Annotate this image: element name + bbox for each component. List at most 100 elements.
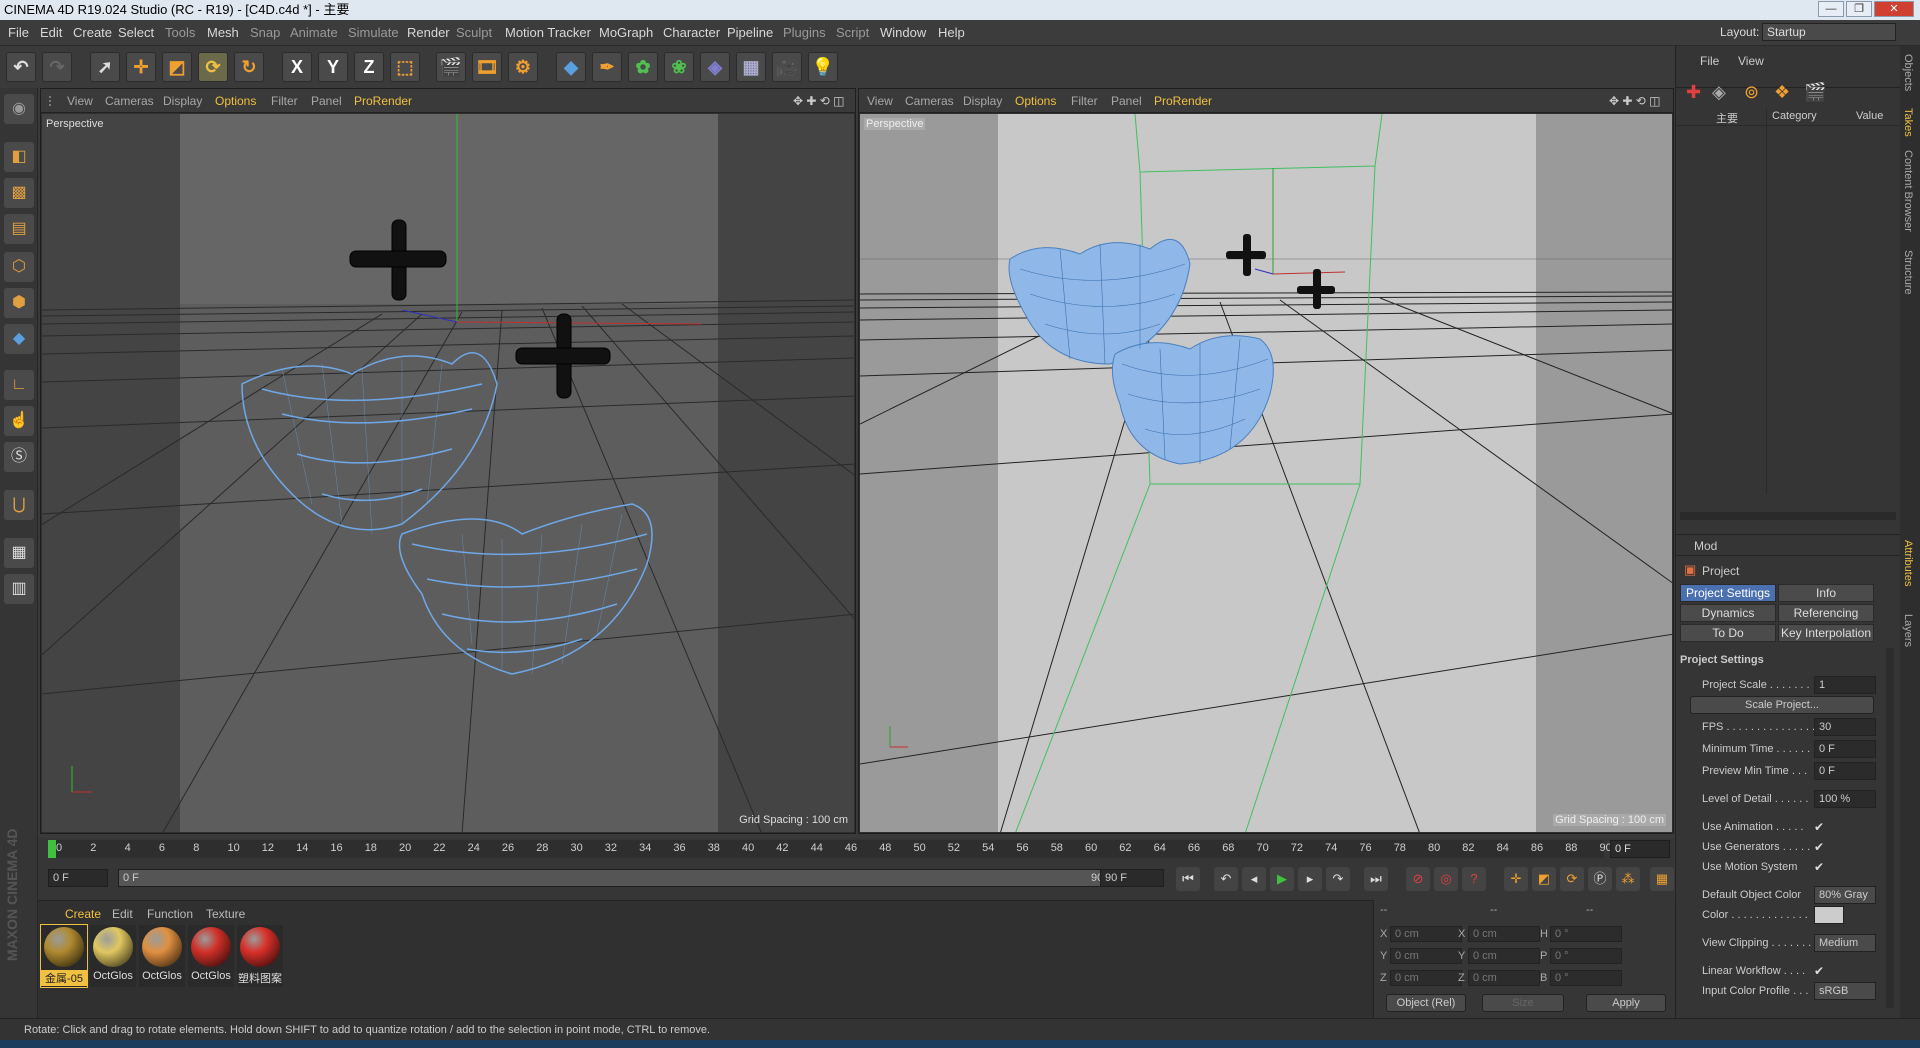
menu-character[interactable]: Character [663, 25, 720, 40]
coord-field[interactable]: 0 ° [1550, 948, 1622, 964]
subdivision-icon[interactable]: ✿ [628, 52, 658, 82]
axis-x-button[interactable]: X [282, 52, 312, 82]
model-mode-icon[interactable]: ◧ [4, 142, 34, 172]
enable-axis-icon[interactable]: ∟ [4, 370, 34, 400]
scale-project-button[interactable]: Scale Project... [1690, 696, 1874, 714]
axis-z-button[interactable]: Z [354, 52, 384, 82]
move-icon[interactable]: ✛ [126, 52, 156, 82]
mat-tab-create[interactable]: Create [65, 907, 101, 921]
menu-sculpt[interactable]: Sculpt [456, 25, 492, 40]
property-value[interactable]: 0 F [1814, 762, 1876, 780]
property-value[interactable]: 0 F [1814, 740, 1876, 758]
vp-right-options-menu[interactable]: Options [1015, 94, 1056, 108]
edges-mode-icon[interactable]: ⬢ [4, 288, 34, 318]
redo-icon[interactable]: ↷ [42, 52, 72, 82]
side-tab-takes[interactable]: Takes [1902, 108, 1914, 137]
material-swatch[interactable]: 金属-05 [40, 924, 88, 988]
key-pla-icon[interactable]: ⁂ [1616, 867, 1640, 891]
property-value[interactable]: 100 % [1814, 790, 1876, 808]
tweak-icon[interactable]: ☝ [4, 406, 34, 436]
coord-field[interactable]: 0 cm [1468, 970, 1540, 986]
range-slider[interactable]: 0 F 90 F [118, 869, 1132, 887]
recent-tool-icon[interactable]: ↻ [234, 52, 264, 82]
menu-help[interactable]: Help [938, 25, 965, 40]
scale-icon[interactable]: ◩ [162, 52, 192, 82]
material-swatch[interactable]: 塑料图案 [237, 925, 283, 987]
keyframe-selection-icon[interactable]: ? [1462, 867, 1486, 891]
vp-right-cameras-menu[interactable]: Cameras [905, 94, 954, 108]
undo-icon[interactable]: ↶ [6, 52, 36, 82]
side-tab-structure[interactable]: Structure [1902, 250, 1914, 295]
viewport-right-canvas[interactable]: Perspective Grid Spacing : 100 cm [860, 114, 1672, 832]
side-tab-layers[interactable]: Layers [1902, 614, 1914, 647]
end-frame-field[interactable]: 90 F [1100, 869, 1164, 887]
select-arrow-icon[interactable]: ➚ [90, 52, 120, 82]
polygons-mode-icon[interactable]: ◆ [4, 324, 34, 354]
axis-y-button[interactable]: Y [318, 52, 348, 82]
coord-field[interactable]: 0 ° [1550, 970, 1622, 986]
property-value[interactable] [1814, 906, 1844, 924]
coord-field[interactable]: 0 cm [1468, 948, 1540, 964]
menu-mograph[interactable]: MoGraph [599, 25, 653, 40]
workplane-icon[interactable]: ▤ [4, 214, 34, 244]
mat-tab-edit[interactable]: Edit [112, 907, 133, 921]
menu-plugins[interactable]: Plugins [783, 25, 826, 40]
side-tab-attributes[interactable]: Attributes [1902, 540, 1914, 586]
points-mode-icon[interactable]: ⬡ [4, 252, 34, 282]
coord-field[interactable]: 0 cm [1390, 948, 1462, 964]
menu-tools[interactable]: Tools [165, 25, 195, 40]
timeline-ruler[interactable]: 0 2 4 6 8 10 12 14 16 18 20 22 24 26 28 30 32 34 36 38 40 42 4… [48, 840, 1612, 858]
snap-icon[interactable]: Ⓢ [4, 442, 34, 472]
key-parameter-icon[interactable]: Ⓟ [1588, 867, 1612, 891]
record-active-icon[interactable]: ⊘ [1406, 867, 1430, 891]
menu-edit[interactable]: Edit [40, 25, 62, 40]
key-scale-icon[interactable]: ◩ [1532, 867, 1556, 891]
material-swatch[interactable]: OctGlos [188, 925, 234, 987]
play-icon[interactable]: ▶ [1270, 867, 1294, 891]
property-value[interactable]: 1 [1814, 676, 1876, 694]
side-tab-content-browser[interactable]: Content Browser [1902, 150, 1914, 232]
mograph-cloner-icon[interactable]: ❀ [664, 52, 694, 82]
menu-window[interactable]: Window [880, 25, 926, 40]
timeline-window-icon[interactable]: ▦ [1650, 867, 1674, 891]
menu-snap[interactable]: Snap [250, 25, 280, 40]
render-view-icon[interactable]: 🎬 [436, 52, 466, 82]
vp-left-view-menu[interactable]: View [67, 94, 93, 108]
menu-animate[interactable]: Animate [290, 25, 338, 40]
menu-pipeline[interactable]: Pipeline [727, 25, 773, 40]
minimize-button[interactable]: — [1818, 1, 1844, 17]
vp-left-panel-menu[interactable]: Panel [311, 94, 342, 108]
start-frame-field[interactable]: 0 F [48, 869, 108, 887]
light-icon[interactable]: 💡 [808, 52, 838, 82]
viewport-left-canvas[interactable]: Perspective Grid Spacing : 100 cm [42, 114, 854, 832]
property-value[interactable]: Medium [1814, 934, 1876, 952]
texture-mode-icon[interactable]: ▩ [4, 178, 34, 208]
property-checkbox[interactable]: ✔ [1814, 964, 1824, 978]
previous-key-icon[interactable]: ↶ [1214, 867, 1238, 891]
property-checkbox[interactable]: ✔ [1814, 820, 1824, 834]
apply-button[interactable]: Apply [1586, 994, 1666, 1012]
menu-select[interactable]: Select [118, 25, 154, 40]
vp-right-display-menu[interactable]: Display [963, 94, 1002, 108]
menu-create[interactable]: Create [73, 25, 112, 40]
next-frame-icon[interactable]: ▸ [1298, 867, 1322, 891]
pen-spline-icon[interactable]: ✒ [592, 52, 622, 82]
menu-motion-tracker[interactable]: Motion Tracker [505, 25, 591, 40]
viewport-left[interactable]: View Cameras Display Options Filter Pane… [40, 88, 856, 834]
autokey-icon[interactable]: ◎ [1434, 867, 1458, 891]
property-checkbox[interactable]: ✔ [1814, 860, 1824, 874]
vp-right-nav-icons[interactable]: ✥ ✚ ⟲ ◫ [1609, 94, 1661, 108]
coord-field[interactable]: 0 cm [1390, 926, 1462, 942]
vp-left-filter-menu[interactable]: Filter [271, 94, 298, 108]
coord-mode-select[interactable]: Object (Rel) [1386, 994, 1466, 1012]
vp-left-cameras-menu[interactable]: Cameras [105, 94, 154, 108]
close-button[interactable]: ✕ [1874, 1, 1914, 17]
previous-frame-icon[interactable]: ◂ [1242, 867, 1266, 891]
go-to-end-icon[interactable]: ⏭ [1364, 867, 1388, 891]
lock-workplane-icon[interactable]: ▦ [4, 538, 34, 568]
menu-file[interactable]: File [8, 25, 29, 40]
rotate-icon[interactable]: ⟳ [198, 52, 228, 82]
render-picture-viewer-icon[interactable]: 🎞 [472, 52, 502, 82]
property-value[interactable]: 80% Gray [1814, 886, 1876, 904]
camera-icon[interactable]: 🎥 [772, 52, 802, 82]
